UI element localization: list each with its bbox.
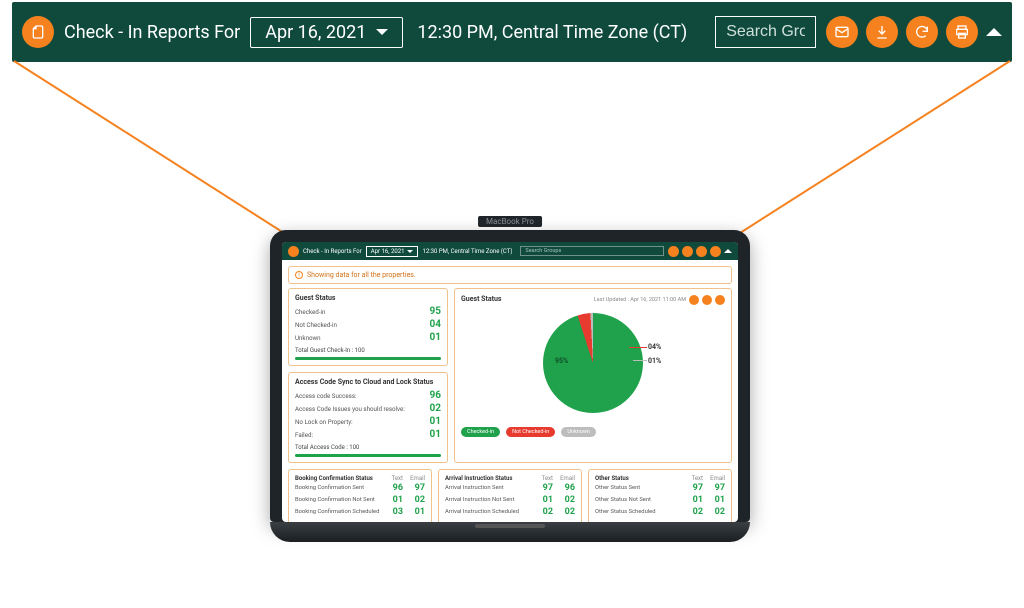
total-label: Total Guest Check-In : 100: [295, 347, 441, 354]
title-label: Check - In Reports For: [64, 22, 240, 43]
dashboard: Check - In Reports For Apr 16, 2021 12:3…: [282, 242, 738, 522]
download-icon[interactable]: [682, 246, 693, 257]
collapse-icon[interactable]: [724, 249, 732, 253]
other-status-card: Other StatusTextEmail Other Status Sent9…: [588, 469, 732, 522]
legend-checked-in[interactable]: Checked-in: [461, 427, 500, 437]
search-container: [715, 16, 816, 48]
callout-line-left: [13, 60, 318, 255]
refresh-icon[interactable]: [696, 246, 707, 257]
guest-status-card: Guest Status Checked-in95 Not Checked-in…: [288, 288, 448, 366]
booking-confirmation-card: Booking Confirmation StatusTextEmail Boo…: [288, 469, 432, 522]
date-value: Apr 16, 2021: [265, 22, 366, 43]
mini-header-bar: Check - In Reports For Apr 16, 2021 12:3…: [282, 242, 738, 260]
info-banner: ! Showing data for all the properties.: [288, 266, 732, 284]
access-code-card: Access Code Sync to Cloud and Lock Statu…: [288, 372, 448, 463]
print-icon[interactable]: [946, 16, 978, 48]
report-icon[interactable]: [288, 246, 299, 257]
card-title: Access Code Sync to Cloud and Lock Statu…: [295, 378, 441, 386]
chart-legend: Checked-in Not Checked-in Unknown: [461, 427, 725, 437]
mail-icon[interactable]: [826, 16, 858, 48]
mini-search-input[interactable]: Search Groups: [520, 246, 664, 256]
search-input[interactable]: [715, 16, 816, 48]
pie-label-unknown: 01%: [648, 357, 661, 365]
mini-date-selector[interactable]: Apr 16, 2021: [366, 246, 419, 257]
mini-title-label: Check - In Reports For: [303, 248, 362, 255]
refresh-icon[interactable]: [906, 16, 938, 48]
report-header-bar: Check - In Reports For Apr 16, 2021 12:3…: [12, 2, 1012, 62]
pie-label-not-checked-in: 04%: [648, 343, 661, 351]
progress-bar: [295, 357, 441, 360]
callout-line-right: [706, 60, 1011, 255]
print-icon[interactable]: [710, 246, 721, 257]
banner-text: Showing data for all the properties.: [307, 271, 416, 279]
warning-icon: !: [295, 271, 303, 279]
arrival-instruction-card: Arrival Instruction StatusTextEmail Arri…: [438, 469, 582, 522]
pie-chart: 95% 04% 01%: [461, 303, 725, 423]
guest-status-chart-card: Guest Status Last Updated : Apr 16, 2021…: [454, 288, 732, 463]
card-title: Guest Status: [295, 294, 441, 302]
bottom-cards-row: Booking Confirmation StatusTextEmail Boo…: [282, 469, 738, 522]
collapse-icon[interactable]: [986, 28, 1002, 36]
mini-clock: 12:30 PM, Central Time Zone (CT): [422, 248, 512, 255]
legend-unknown[interactable]: Unknown: [561, 427, 596, 437]
laptop-mockup: Check - In Reports For Apr 16, 2021 12:3…: [270, 230, 750, 542]
date-selector[interactable]: Apr 16, 2021: [250, 17, 403, 48]
chevron-down-icon: [407, 250, 413, 253]
total-label: Total Access Code : 100: [295, 444, 441, 451]
legend-not-checked-in[interactable]: Not Checked-in: [506, 427, 555, 437]
progress-bar: [295, 454, 441, 457]
chevron-down-icon: [376, 29, 388, 35]
clock-label: 12:30 PM, Central Time Zone (CT): [417, 22, 687, 43]
pie-label-checked-in: 95%: [555, 357, 568, 365]
download-icon[interactable]: [866, 16, 898, 48]
mail-icon[interactable]: [668, 246, 679, 257]
report-icon[interactable]: [22, 16, 54, 48]
laptop-model: MacBook Pro: [478, 216, 542, 227]
